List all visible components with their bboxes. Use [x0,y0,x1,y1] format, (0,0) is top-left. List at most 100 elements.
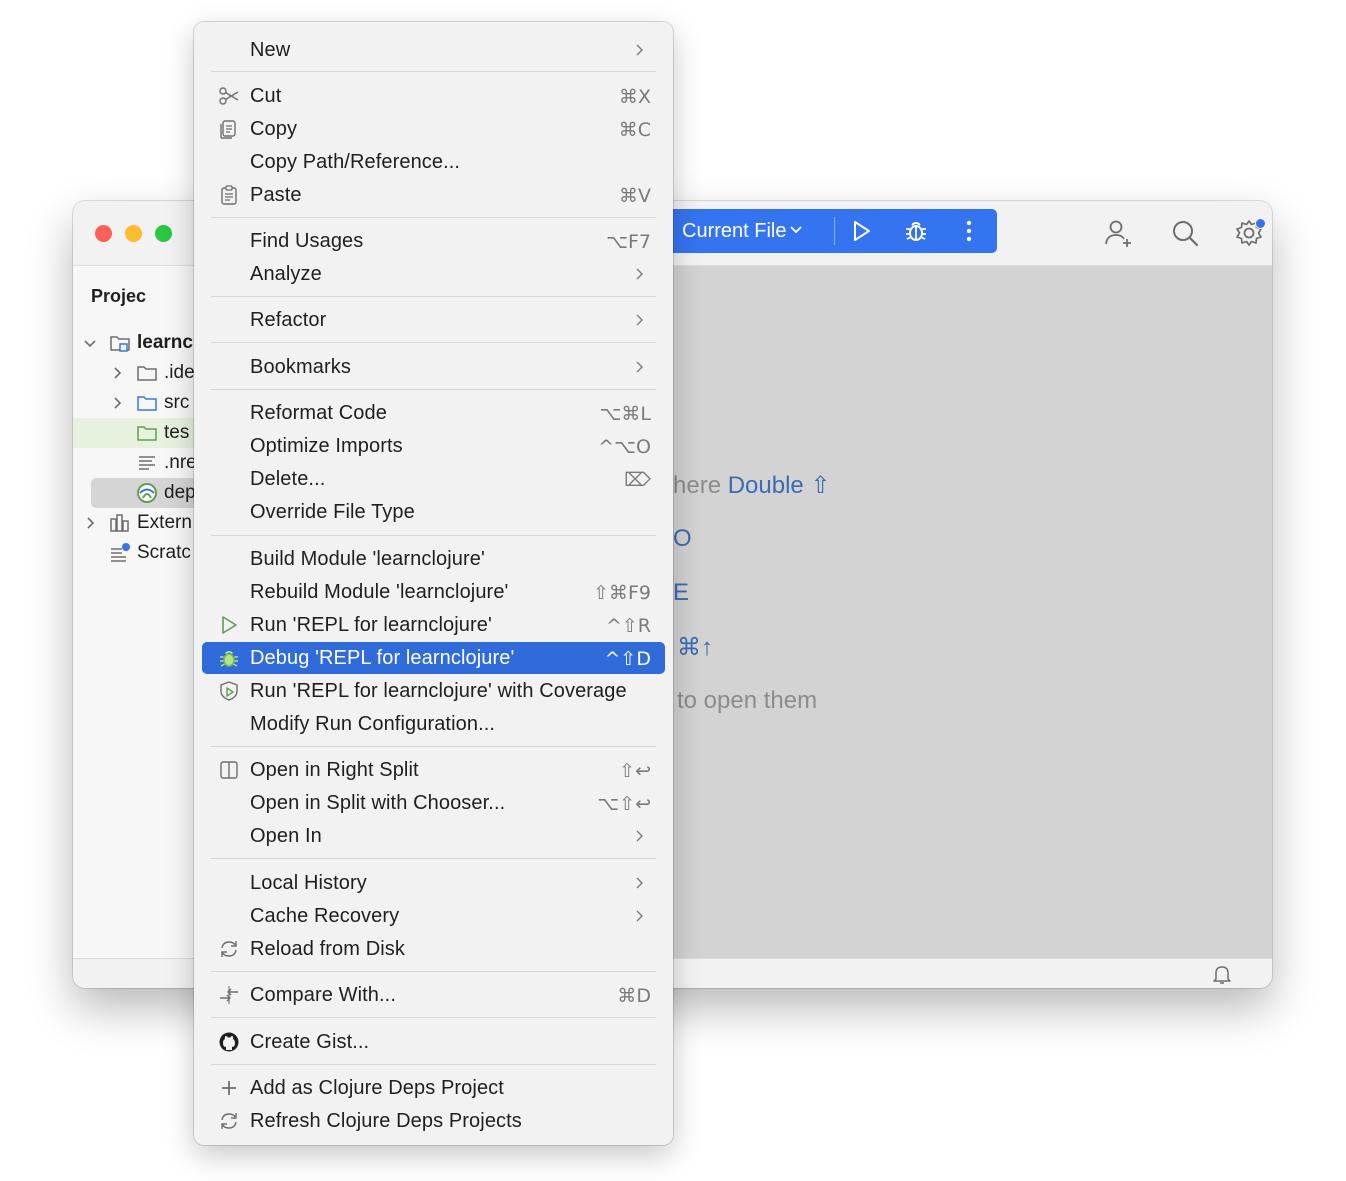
minimize-window-button[interactable] [125,225,142,242]
chevron-down-icon[interactable] [789,222,803,236]
tree-item-scratches[interactable]: Scratc [73,538,195,568]
menu-item-shortcut: ^⇧R [605,615,651,637]
tree-item-project-root[interactable]: learnc [73,328,195,358]
menu-item-delete[interactable]: Delete... ⌦ [202,463,665,495]
tree-item-label: Scratc [137,542,191,563]
menu-item-reformat-code[interactable]: Reformat Code ⌥⌘L [202,397,665,429]
compare-icon [220,986,238,1004]
menu-item-label: Create Gist... [250,1031,370,1053]
menu-item-open-in-split-with-chooser[interactable]: Open in Split with Chooser... ⌥⇧↩ [202,787,665,819]
menu-item-label: Cut [250,85,282,107]
menu-item-cache-recovery[interactable]: Cache Recovery [202,900,665,932]
menu-item-label: Override File Type [250,501,415,523]
tree-item-label: Extern [137,512,192,533]
menu-separator [211,535,656,536]
tree-item-label: .ide [164,362,195,383]
clojure-file-icon [137,483,157,503]
tree-item-idea[interactable]: .ide [73,358,195,388]
menu-item-label: Rebuild Module 'learnclojure' [250,581,509,603]
menu-item-label: Open in Split with Chooser... [250,792,506,814]
chevron-right-icon[interactable] [109,365,125,381]
menu-item-label: Modify Run Configuration... [250,713,496,735]
hint-recent-files: E [673,579,689,607]
menu-item-build-module[interactable]: Build Module 'learnclojure' [202,543,665,575]
menu-item-shortcut: ⌥⇧↩ [597,793,651,815]
tree-item-src[interactable]: src [73,388,195,418]
library-icon [110,514,129,532]
menu-item-shortcut: ^⌥O [598,436,651,458]
test-folder-icon [137,426,157,441]
tree-item-label: learnc [137,332,193,353]
menu-item-cut[interactable]: Cut ⌘X [202,80,665,112]
menu-item-optimize-imports[interactable]: Optimize Imports ^⌥O [202,430,665,462]
menu-item-copy[interactable]: Copy ⌘C [202,113,665,145]
more-actions-icon[interactable] [957,219,981,243]
menu-item-refresh-clojure-deps-projects[interactable]: Refresh Clojure Deps Projects [202,1105,665,1137]
menu-item-label: Cache Recovery [250,905,400,927]
debug-button-icon[interactable] [903,218,929,244]
plus-icon [222,1081,236,1095]
search-icon[interactable] [1169,217,1201,249]
menu-item-add-clojure-deps-project[interactable]: Add as Clojure Deps Project [202,1072,665,1104]
clipboard-icon [221,185,237,205]
menu-item-shortcut: ⌘D [617,985,651,1007]
menu-item-open-in[interactable]: Open In [202,820,665,852]
menu-item-label: New [250,39,291,61]
chevron-right-icon[interactable] [109,395,125,411]
run-configuration-selector[interactable]: Current File [682,220,786,243]
chevron-right-icon [636,830,643,842]
project-pane-title[interactable]: Projec [91,286,146,307]
menu-item-label: Run 'REPL for learnclojure' with Coverag… [250,680,627,702]
menu-item-run-with-coverage[interactable]: Run 'REPL for learnclojure' with Coverag… [202,675,665,707]
zoom-window-button[interactable] [155,225,172,242]
menu-separator [211,342,656,343]
menu-separator [211,217,656,218]
tree-item-external-libraries[interactable]: Extern [73,508,195,538]
menu-item-debug-repl[interactable]: Debug 'REPL for learnclojure' ^⇧D [202,642,665,674]
menu-item-label: Copy Path/Reference... [250,151,461,173]
menu-item-copy-path[interactable]: Copy Path/Reference... [202,146,665,178]
copy-icon [220,120,236,139]
menu-item-find-usages[interactable]: Find Usages ⌥F7 [202,225,665,257]
chevron-down-icon[interactable] [82,335,98,351]
hint-shortcut: E [673,579,690,606]
menu-item-refactor[interactable]: Refactor [202,304,665,336]
hint-search-everywhere: here Double ⇧ [673,471,831,500]
bell-icon[interactable] [1211,963,1233,985]
scissors-icon [219,87,239,105]
menu-item-new[interactable]: New [202,34,665,66]
menu-item-bookmarks[interactable]: Bookmarks [202,351,665,383]
menu-item-paste[interactable]: Paste ⌘V [202,179,665,211]
tree-item-test[interactable]: tes [73,418,195,448]
menu-item-local-history[interactable]: Local History [202,867,665,899]
menu-item-override-file-type[interactable]: Override File Type [202,496,665,528]
chevron-right-icon [636,910,643,922]
chevron-right-icon [636,314,643,326]
tree-item-label: tes [164,422,190,443]
refresh-icon [221,1113,237,1129]
menu-item-label: Delete... [250,468,326,490]
menu-item-shortcut: ⌥F7 [606,231,651,253]
run-button-icon[interactable] [849,219,873,243]
menu-item-compare-with[interactable]: Compare With... ⌘D [202,979,665,1011]
hint-text: to open them [677,687,818,714]
tree-item-deps-edn[interactable]: dep [91,478,201,508]
menu-item-analyze[interactable]: Analyze [202,258,665,290]
menu-item-create-gist[interactable]: Create Gist... [202,1026,665,1058]
menu-item-label: Open in Right Split [250,759,419,781]
run-configuration-widget: Current File [661,209,997,253]
hint-shortcut: ⌘↑ [677,634,713,661]
tree-item-nrepl-file[interactable]: .nre [73,448,197,478]
menu-item-label: Reload from Disk [250,938,405,960]
menu-item-label: Add as Clojure Deps Project [250,1077,504,1099]
menu-item-shortcut: ⌦ [624,469,651,491]
menu-item-reload-from-disk[interactable]: Reload from Disk [202,933,665,965]
text-file-icon [139,456,155,470]
menu-item-modify-run-configuration[interactable]: Modify Run Configuration... [202,708,665,740]
menu-item-rebuild-module[interactable]: Rebuild Module 'learnclojure' ⇧⌘F9 [202,576,665,608]
menu-item-open-in-right-split[interactable]: Open in Right Split ⇧↩ [202,754,665,786]
menu-item-run-repl[interactable]: Run 'REPL for learnclojure' ^⇧R [202,609,665,641]
add-user-icon[interactable] [1102,217,1134,249]
close-window-button[interactable] [95,225,112,242]
chevron-right-icon[interactable] [82,515,98,531]
